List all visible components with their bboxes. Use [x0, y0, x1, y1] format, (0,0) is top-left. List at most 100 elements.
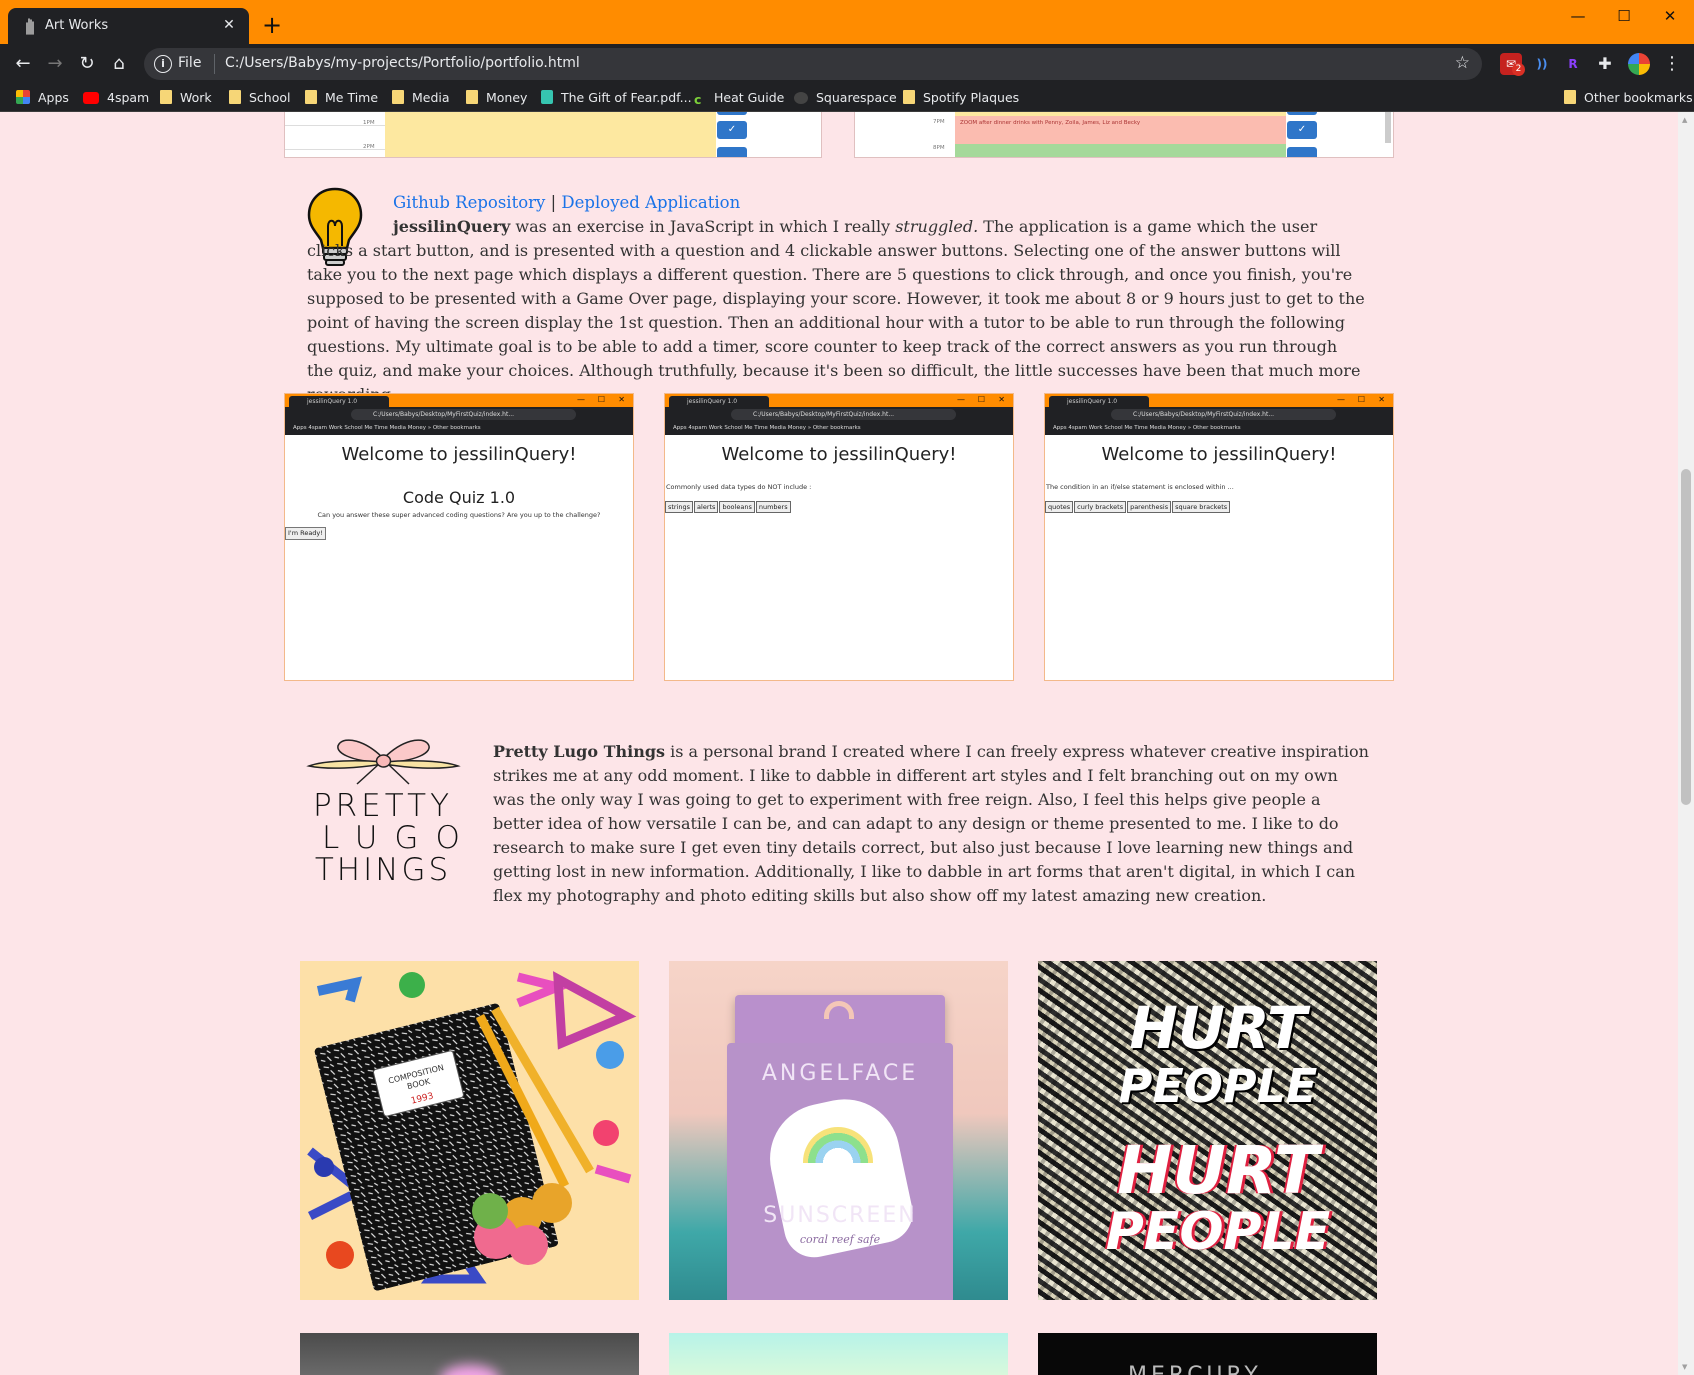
angelface-script: coral reef safe: [799, 1233, 881, 1246]
hurt-text-red: HURT: [1117, 1132, 1319, 1209]
mini-tab-title: jessilinQuery 1.0: [289, 396, 389, 407]
reload-icon[interactable]: ↻: [72, 49, 102, 79]
project-name: jessilinQuery: [393, 217, 511, 236]
maximize-icon[interactable]: ☐: [1601, 2, 1647, 30]
bookmark-label: The Gift of Fear.pdf...: [561, 90, 692, 105]
extensions-puzzle-icon[interactable]: ✚: [1594, 53, 1616, 75]
answer-button: booleans: [719, 501, 755, 513]
mini-bookmarks: Apps 4spam Work School Me Time Media Mon…: [665, 422, 1013, 435]
check-icon: [1287, 112, 1317, 115]
youtube-icon: [83, 92, 99, 104]
quiz-welcome-heading: Welcome to jessilinQuery!: [341, 444, 577, 465]
artwork-angelface-sunscreen[interactable]: ANGELFACE SUNSCREEN coral reef safe: [669, 961, 1008, 1300]
hurt-text: HURT: [1129, 994, 1307, 1062]
logo-word: PRETTY: [312, 788, 454, 824]
pretty-lugo-things-description: Pretty Lugo Things is a personal brand I…: [493, 740, 1373, 908]
bookmark-other[interactable]: Other bookmarks: [1564, 90, 1693, 108]
home-icon[interactable]: ⌂: [104, 49, 134, 79]
answer-button: alerts: [694, 501, 719, 513]
bookmark-media[interactable]: Media: [392, 90, 450, 108]
answer-buttons: quotes curly brackets parenthesis square br…: [1045, 494, 1231, 513]
url-text[interactable]: C:/Users/Babys/my-projects/Portfolio/por…: [213, 55, 580, 71]
artwork-hurt-people[interactable]: HURT PEOPLE HURT PEOPLE: [1038, 961, 1377, 1300]
browser-tab[interactable]: Art Works ✕: [8, 8, 249, 44]
answer-button: strings: [665, 501, 694, 513]
calendar-screenshot-left: 1PM 2PM ✓: [284, 112, 822, 158]
bookmark-label: Spotify Plaques: [923, 90, 1020, 105]
deployed-application-link[interactable]: Deployed Application: [561, 193, 740, 212]
bookmark-apps[interactable]: Apps: [16, 90, 69, 108]
artwork-tile-partial[interactable]: [669, 1333, 1008, 1375]
answer-button: parenthesis: [1127, 501, 1172, 513]
artwork-tile-partial[interactable]: [300, 1333, 639, 1375]
r-extension-icon[interactable]: R: [1562, 53, 1584, 75]
logo-word: LUGO: [322, 820, 477, 856]
menu-kebab-icon[interactable]: ⋮: [1657, 49, 1687, 79]
time-label: 1PM: [363, 120, 375, 126]
check-icon: ✓: [717, 121, 747, 139]
time-label: 2PM: [363, 144, 375, 150]
people-text: PEOPLE: [1118, 1059, 1318, 1113]
page-scrollbar[interactable]: ▲ ▼: [1678, 112, 1694, 1375]
new-tab-button[interactable]: +: [258, 12, 286, 40]
bookmark-label: Other bookmarks: [1584, 90, 1693, 105]
check-icon: ✓: [1287, 121, 1317, 139]
tab-title: Art Works: [45, 18, 109, 33]
bookmark-squarespace[interactable]: Squarespace: [794, 90, 897, 108]
sunscreen-title: SUNSCREEN: [763, 1203, 917, 1228]
browser-toolbar: ← → ↻ ⌂ i File C:/Users/Babys/my-project…: [0, 44, 1694, 84]
folder-icon: [1564, 90, 1576, 104]
bookmark-4spam[interactable]: 4spam: [83, 90, 149, 108]
time-label: 8PM: [933, 145, 945, 151]
quiz-screenshot-question-1: jessilinQuery 1.0 ✕ ☐ — C:/Users/Babys/Desk…: [664, 393, 1014, 681]
github-repository-link[interactable]: Github Repository: [393, 193, 545, 212]
project-links: Github Repository | Deployed Application: [393, 191, 740, 215]
bookmark-heat-guide[interactable]: c Heat Guide: [694, 90, 784, 108]
tab-strip: Art Works ✕ + — ☐ ✕: [0, 0, 1694, 44]
mini-url: C:/Users/Babys/Desktop/MyFirstQuiz/index…: [731, 409, 956, 420]
bookmark-label: Me Time: [325, 90, 379, 105]
bookmarks-bar: Apps 4spam Work School Me Time Media Mon…: [0, 84, 1694, 112]
bow-icon: [306, 739, 461, 785]
tab-close-icon[interactable]: ✕: [219, 15, 239, 35]
info-icon[interactable]: i: [154, 55, 172, 73]
link-separator: |: [550, 193, 557, 212]
bookmark-label: Money: [486, 90, 528, 105]
calendar-event: ZOOM after dinner drinks with Penny, Zoi…: [960, 120, 1141, 126]
profile-avatar[interactable]: [1628, 53, 1650, 75]
artwork-composition-notebook[interactable]: COMPOSITION BOOK 1993: [300, 961, 639, 1300]
quiz-title: Code Quiz 1.0: [402, 488, 516, 507]
quiz-question: The condition in an if/else statement is…: [1046, 483, 1234, 491]
bookmark-label: Squarespace: [816, 90, 897, 105]
bookmark-star-icon[interactable]: ☆: [1455, 53, 1470, 73]
heat-guide-icon: c: [694, 92, 702, 107]
minimize-icon[interactable]: —: [1555, 2, 1601, 30]
angelface-title: ANGELFACE: [761, 1061, 919, 1086]
back-icon[interactable]: ←: [8, 49, 38, 79]
document-icon: [541, 90, 553, 104]
address-bar[interactable]: i File C:/Users/Babys/my-projects/Portfo…: [144, 48, 1482, 80]
bookmark-label: Apps: [38, 90, 69, 105]
mini-bookmarks: Apps 4spam Work School Me Time Media Mon…: [1045, 422, 1393, 435]
forward-icon[interactable]: →: [40, 49, 70, 79]
bookmark-work[interactable]: Work: [160, 90, 212, 108]
mercury-text: MERCURY: [1128, 1363, 1262, 1375]
bookmark-me-time[interactable]: Me Time: [305, 90, 378, 108]
bookmark-label: School: [249, 90, 291, 105]
bookmark-gift-of-fear[interactable]: The Gift of Fear.pdf...: [541, 90, 692, 108]
bookmark-spotify-plaques[interactable]: Spotify Plaques: [903, 90, 1019, 108]
bookmark-label: Media: [412, 90, 450, 105]
bookmark-label: Heat Guide: [714, 90, 785, 105]
bookmark-label: 4spam: [107, 90, 150, 105]
window-close-icon[interactable]: ✕: [1647, 2, 1693, 30]
bookmark-money[interactable]: Money: [466, 90, 527, 108]
emphasis-text: struggled.: [895, 217, 979, 236]
cast-extension-icon[interactable]: )): [1531, 53, 1553, 75]
description-text: The application is a game which the user…: [307, 217, 1365, 404]
bookmark-school[interactable]: School: [229, 90, 291, 108]
notebook-artwork-icon: COMPOSITION BOOK 1993: [307, 971, 637, 1291]
artwork-mercury[interactable]: MERCURY: [1038, 1333, 1377, 1375]
scroll-up-icon[interactable]: ▲: [1682, 116, 1687, 124]
scrollbar-thumb[interactable]: [1681, 469, 1691, 805]
scroll-down-icon[interactable]: ▼: [1682, 1363, 1687, 1371]
